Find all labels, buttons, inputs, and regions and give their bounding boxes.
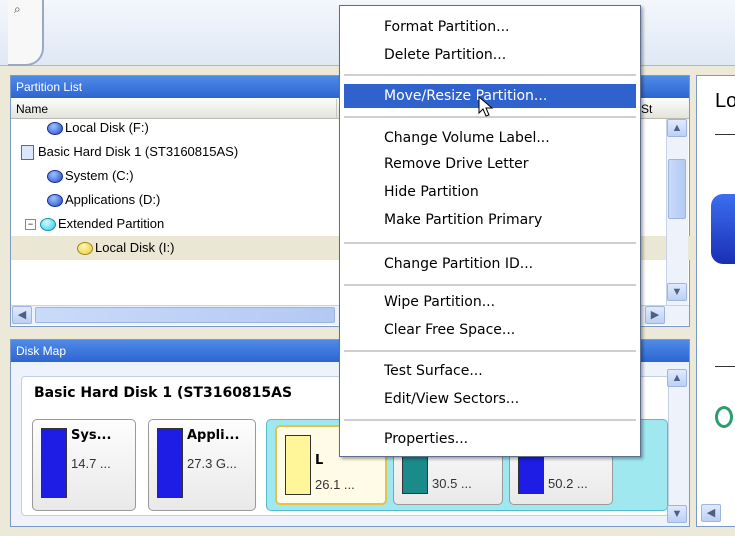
disk-title: Basic Hard Disk 1 (ST3160815AS — [34, 385, 293, 401]
partition-block-label: Appli... — [187, 428, 240, 443]
menu-item-change-partition-id[interactable]: Change Partition ID... — [344, 252, 636, 276]
partition-row-extended[interactable]: − Extended Partition — [11, 212, 355, 236]
right-panel-title: Lo — [715, 90, 735, 112]
vertical-scrollbar[interactable]: ▲ ▼ — [667, 365, 689, 525]
menu-separator — [344, 284, 636, 286]
menu-separator — [344, 419, 636, 421]
menu-item-hide-partition[interactable]: Hide Partition — [344, 180, 636, 204]
partition-name: Applications (D:) — [65, 192, 161, 207]
menu-item-edit-view-sectors[interactable]: Edit/View Sectors... — [344, 387, 636, 411]
scroll-left-button[interactable]: ◀ — [12, 306, 32, 324]
disk-row-basic-hard-disk-1[interactable]: Basic Hard Disk 1 (ST3160815AS) — [11, 140, 351, 164]
disk-chart-icon — [711, 194, 735, 264]
mouse-cursor-icon — [478, 96, 494, 117]
logical-partition-icon — [77, 242, 93, 256]
partition-block-applications[interactable]: Appli... 27.3 G... — [148, 419, 256, 511]
partition-row-applications-d[interactable]: Applications (D:) — [11, 188, 377, 212]
menu-item-wipe-partition[interactable]: Wipe Partition... — [344, 290, 636, 314]
collapse-toggle-icon[interactable]: − — [25, 219, 36, 231]
menu-item-properties[interactable]: Properties... — [344, 427, 636, 451]
menu-item-change-volume-label[interactable]: Change Volume Label... — [344, 126, 636, 150]
partition-color-bar — [41, 428, 67, 498]
menu-item-remove-drive-letter[interactable]: Remove Drive Letter — [344, 152, 636, 176]
column-header-3[interactable]: St — [641, 99, 652, 119]
hard-disk-icon — [21, 145, 34, 161]
scroll-left-button[interactable]: ◀ — [701, 504, 721, 522]
scroll-thumb[interactable] — [668, 159, 686, 219]
scroll-down-button[interactable]: ▼ — [667, 505, 687, 523]
context-menu: Format Partition... Delete Partition... … — [339, 5, 641, 457]
divider — [715, 134, 735, 135]
tab-icon: ⌕ — [14, 2, 21, 16]
right-panel: Lo ◀ — [696, 75, 735, 527]
partition-icon — [47, 170, 63, 184]
menu-item-delete-partition[interactable]: Delete Partition... — [344, 43, 636, 67]
partition-row-local-f[interactable]: Local Disk (F:) — [11, 116, 377, 140]
extended-partition-icon — [40, 218, 56, 232]
partition-block-size: 27.3 G... — [187, 456, 237, 471]
divider — [715, 366, 735, 367]
partition-name: System (C:) — [65, 168, 134, 183]
partition-name: Local Disk (F:) — [65, 120, 149, 135]
partition-color-bar — [157, 428, 183, 498]
partition-name: Extended Partition — [58, 216, 165, 231]
scroll-up-button[interactable]: ▲ — [667, 119, 687, 137]
partition-block-label: Sys... — [71, 428, 112, 443]
menu-separator — [344, 74, 636, 76]
disk-name: Basic Hard Disk 1 (ST3160815AS) — [38, 144, 239, 159]
partition-color-bar — [285, 435, 311, 495]
menu-item-make-partition-primary[interactable]: Make Partition Primary — [344, 208, 636, 232]
scroll-down-button[interactable]: ▼ — [667, 283, 687, 301]
partition-block-size: 26.1 ... — [315, 477, 355, 492]
partition-icon — [47, 194, 63, 208]
partition-block-size: 50.2 ... — [548, 476, 588, 491]
menu-separator — [344, 350, 636, 352]
menu-item-clear-free-space[interactable]: Clear Free Space... — [344, 318, 636, 342]
panel-title: Partition List — [16, 80, 83, 94]
partition-block-size: 14.7 ... — [71, 456, 111, 471]
partition-block-size: 30.5 ... — [432, 476, 472, 491]
partition-icon — [47, 122, 63, 136]
scroll-thumb[interactable] — [35, 307, 335, 323]
menu-separator — [344, 242, 636, 244]
partition-name: Local Disk (I:) — [95, 240, 175, 255]
partition-block-system[interactable]: Sys... 14.7 ... — [32, 419, 136, 511]
disk-icon — [715, 406, 733, 428]
menu-item-test-surface[interactable]: Test Surface... — [344, 359, 636, 383]
vertical-scrollbar[interactable]: ▲ ▼ — [666, 119, 688, 305]
menu-item-format-partition[interactable]: Format Partition... — [344, 15, 636, 39]
partition-block-label: L — [315, 453, 324, 468]
panel-title: Disk Map — [16, 344, 67, 358]
scroll-up-button[interactable]: ▲ — [667, 369, 687, 387]
scroll-right-button[interactable]: ▶ — [645, 306, 665, 324]
partition-row-system-c[interactable]: System (C:) — [11, 164, 377, 188]
